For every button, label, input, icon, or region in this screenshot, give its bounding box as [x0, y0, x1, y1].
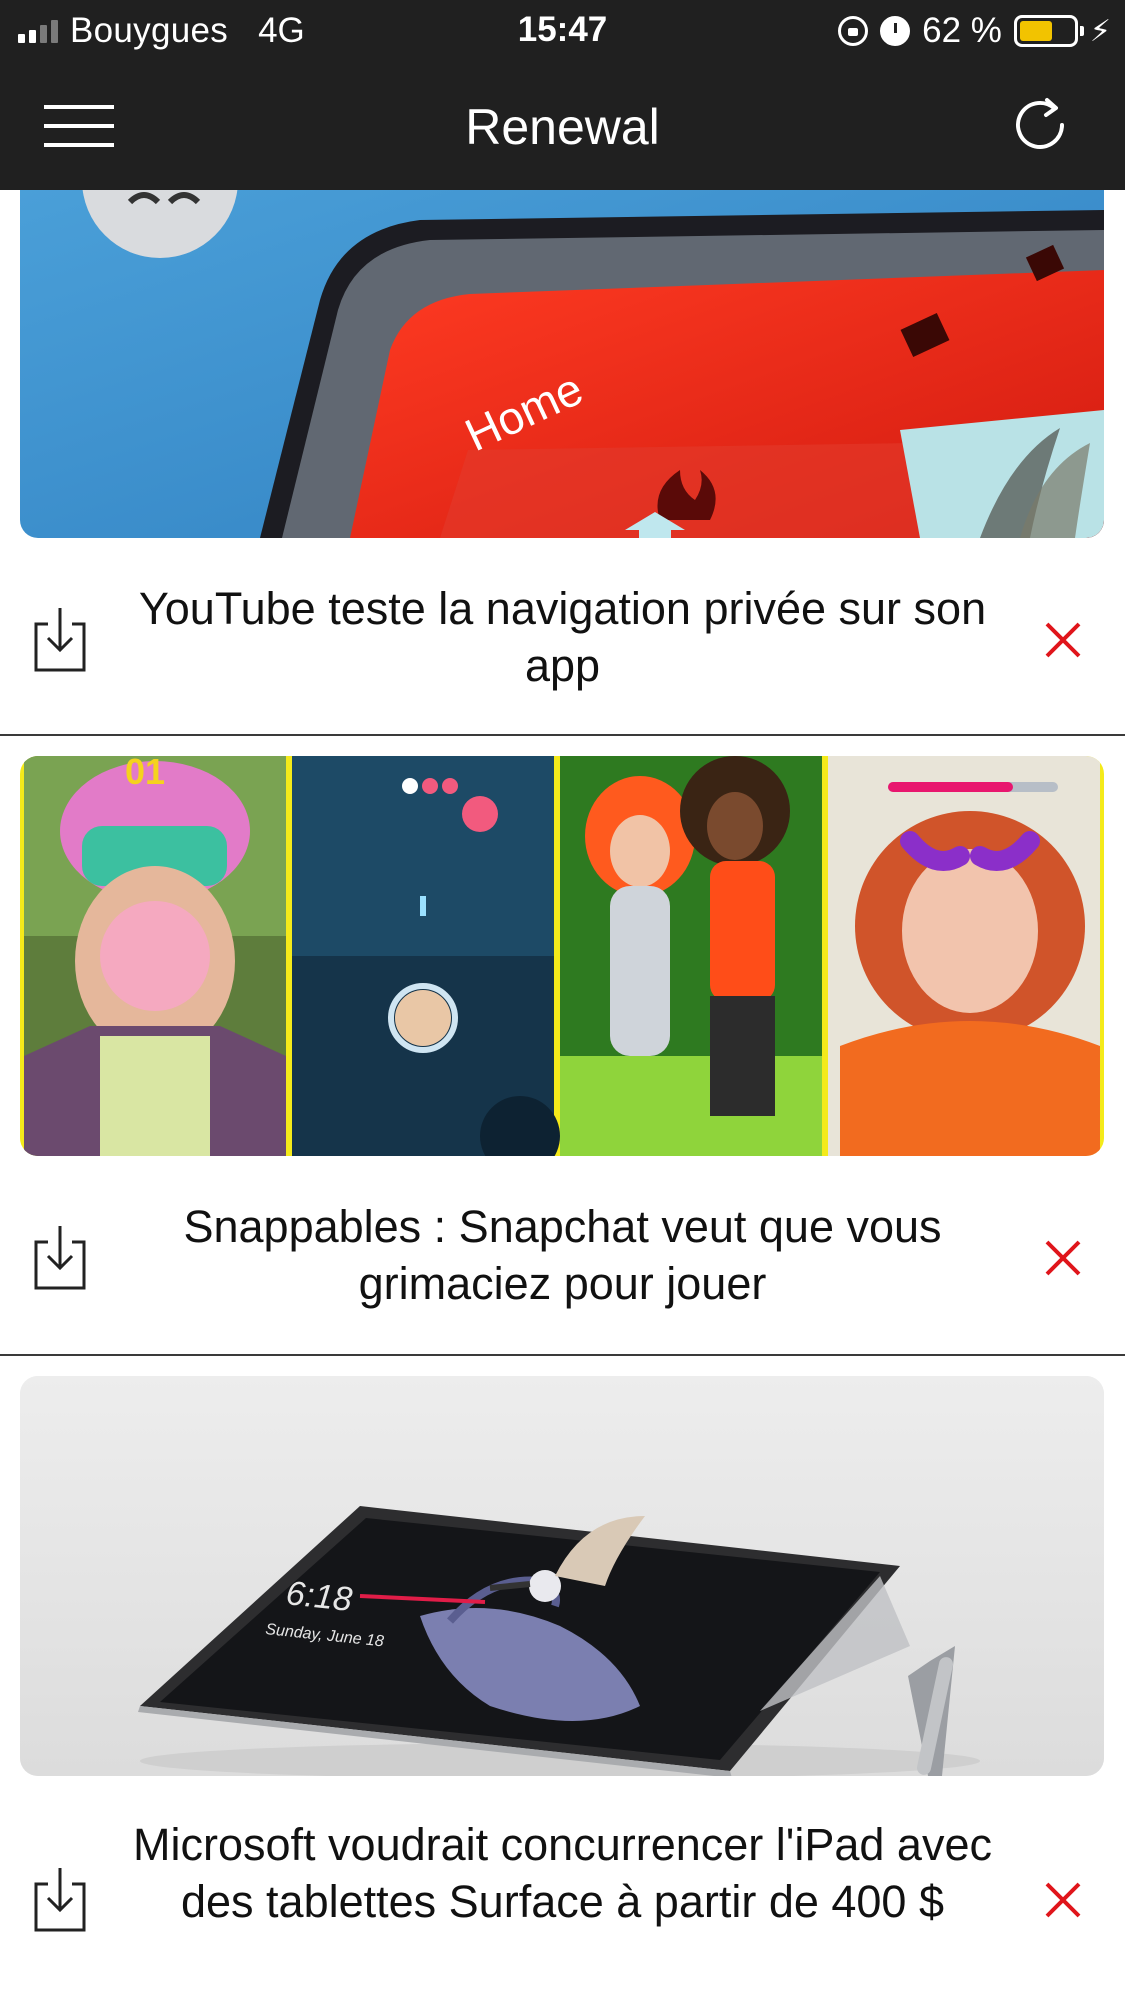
- svg-text:01: 01: [125, 756, 165, 792]
- article-caption-row: Microsoft voudrait concurrencer l'iPad a…: [0, 1776, 1125, 2001]
- article-caption-row: YouTube teste la navigation privée sur s…: [0, 538, 1125, 736]
- article-card[interactable]: Home YouTube teste la navigation privée …: [0, 190, 1125, 736]
- close-icon[interactable]: [1041, 1236, 1085, 1280]
- battery-icon: [1013, 15, 1084, 47]
- divider: [0, 1354, 1125, 1356]
- battery-percentage: 62 %: [922, 11, 1002, 50]
- article-caption-row: Snappables : Snapchat veut que vous grim…: [0, 1156, 1125, 1354]
- download-icon[interactable]: [32, 1222, 88, 1292]
- divider: [0, 734, 1125, 736]
- refresh-icon[interactable]: [1007, 92, 1073, 158]
- orientation-lock-icon: [838, 16, 869, 46]
- article-card[interactable]: 01 Snappables: Snapchat veut que vous g…: [0, 756, 1125, 1356]
- download-icon[interactable]: [32, 1864, 88, 1934]
- charging-bolt-icon: ⚡: [1089, 14, 1111, 48]
- page-title: Renewal: [465, 99, 660, 155]
- top-navigation-bar: Renewal: [0, 62, 1125, 190]
- status-bar: Bouygues 4G 15:47 62 % ⚡: [0, 0, 1125, 62]
- article-title[interactable]: Microsoft voudrait concurrencer l'iPad a…: [130, 1816, 995, 1930]
- download-icon[interactable]: [32, 604, 88, 674]
- article-title[interactable]: YouTube teste la navigation privée sur s…: [130, 580, 995, 694]
- svg-text:6:18: 6:18: [284, 1574, 354, 1619]
- close-icon[interactable]: [1041, 1878, 1085, 1922]
- article-title[interactable]: Snappables : Snapchat veut que vous grim…: [130, 1198, 995, 1312]
- article-card[interactable]: 6:18 Sunday, June 18 Microsoft voudrait …: [0, 1376, 1125, 2001]
- article-image[interactable]: 6:18 Sunday, June 18: [20, 1376, 1104, 1776]
- battery-fill: [1019, 21, 1052, 41]
- close-icon[interactable]: [1041, 618, 1085, 662]
- article-image[interactable]: Home: [20, 190, 1104, 538]
- alarm-icon: [880, 16, 911, 46]
- article-image[interactable]: 01: [20, 756, 1104, 1156]
